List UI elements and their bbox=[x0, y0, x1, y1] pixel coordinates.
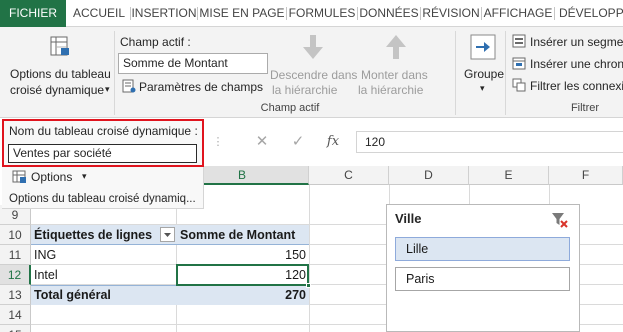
active-field-label: Champ actif : bbox=[120, 35, 191, 49]
cancel-icon[interactable]: ✕ bbox=[252, 131, 272, 153]
chevron-down-icon[interactable]: ▾ bbox=[480, 83, 485, 94]
pivot-grand-total-label[interactable]: Total général bbox=[34, 285, 111, 305]
drill-down-label-2[interactable]: la hiérarchie bbox=[272, 83, 337, 97]
options-icon[interactable] bbox=[12, 169, 27, 184]
pivot-options-label-2[interactable]: croisé dynamique bbox=[10, 83, 104, 97]
group-button-label[interactable]: Groupe bbox=[464, 67, 504, 81]
tab-file[interactable]: FICHIER bbox=[0, 0, 66, 27]
row-header-10[interactable]: 10 bbox=[0, 225, 31, 245]
filter-group-title: Filtrer bbox=[570, 102, 600, 114]
gridline bbox=[309, 185, 310, 332]
tab-home[interactable]: ACCUEIL bbox=[68, 0, 130, 27]
row-header-14[interactable]: 14 bbox=[0, 305, 31, 325]
group-selection-icon[interactable] bbox=[470, 34, 496, 60]
pivot-options-icon[interactable] bbox=[48, 34, 72, 58]
slicer-item-paris[interactable]: Paris bbox=[395, 267, 570, 291]
drill-up-label-1[interactable]: Monter dans bbox=[361, 68, 428, 82]
pivot-options-label-1[interactable]: Options du tableau bbox=[10, 67, 111, 81]
filter-connections-icon[interactable] bbox=[512, 78, 526, 92]
tab-view[interactable]: AFFICHAGE bbox=[482, 0, 554, 27]
tab-page-layout[interactable]: MISE EN PAGE bbox=[198, 0, 286, 27]
slicer-item-lille[interactable]: Lille bbox=[395, 237, 570, 261]
pivot-row-label[interactable]: ING bbox=[34, 245, 56, 265]
tab-formulas[interactable]: FORMULES bbox=[287, 0, 357, 27]
ribbon-tab-bar: FICHIER ACCUEIL INSERTION MISE EN PAGE F… bbox=[0, 0, 623, 27]
pivot-row-value[interactable]: 150 bbox=[176, 245, 306, 265]
pivot-row-labels-header[interactable]: Étiquettes de lignes bbox=[34, 225, 152, 245]
pivot-name-label: Nom du tableau croisé dynamique : bbox=[9, 124, 198, 138]
clear-filter-icon[interactable] bbox=[550, 210, 568, 228]
row-header-15[interactable]: 15 bbox=[0, 325, 31, 332]
row-header-11[interactable]: 11 bbox=[0, 245, 31, 265]
slicer-title: Ville bbox=[395, 211, 422, 226]
tab-developer[interactable]: DÉVELOPPEI bbox=[555, 0, 623, 27]
chevron-down-icon[interactable]: ▾ bbox=[105, 84, 110, 95]
pivot-values-header[interactable]: Somme de Montant bbox=[180, 225, 295, 245]
field-settings-button[interactable]: Paramètres de champs bbox=[139, 80, 263, 94]
field-settings-icon[interactable] bbox=[122, 79, 136, 93]
group-separator bbox=[114, 31, 115, 115]
group-separator bbox=[455, 31, 456, 115]
active-cell-selection[interactable] bbox=[176, 264, 309, 286]
insert-slicer-button[interactable]: Insérer un segme bbox=[530, 35, 623, 49]
insert-timeline-button[interactable]: Insérer une chron bbox=[530, 57, 623, 71]
row-header-13[interactable]: 13 bbox=[0, 285, 31, 305]
pivot-grand-total-value[interactable]: 270 bbox=[176, 285, 306, 305]
drill-down-label-1[interactable]: Descendre dans bbox=[270, 68, 357, 82]
drill-down-arrow-icon[interactable] bbox=[301, 33, 325, 61]
active-field-group-title: Champ actif bbox=[260, 102, 320, 114]
insert-timeline-icon[interactable] bbox=[512, 56, 526, 70]
drill-up-label-2[interactable]: la hiérarchie bbox=[358, 83, 423, 97]
insert-function-icon[interactable]: fx bbox=[322, 131, 344, 153]
pivot-name-input[interactable]: Ventes par société bbox=[8, 144, 197, 163]
active-field-input[interactable]: Somme de Montant bbox=[118, 53, 268, 74]
insert-slicer-icon[interactable] bbox=[512, 34, 526, 48]
tab-insert[interactable]: INSERTION bbox=[131, 0, 197, 27]
pivot-options-group-title: Options du tableau croisé dynamiq... bbox=[9, 193, 196, 205]
filter-connections-button[interactable]: Filtrer les connexi bbox=[530, 79, 623, 93]
row-header-12[interactable]: 12 bbox=[0, 265, 31, 285]
column-header-f[interactable]: F bbox=[549, 166, 623, 185]
column-header-d[interactable]: D bbox=[389, 166, 469, 185]
pivot-row-label[interactable]: Intel bbox=[34, 265, 58, 285]
formula-bar-grip-icon: ⋮ bbox=[212, 136, 224, 148]
fill-handle[interactable] bbox=[306, 283, 311, 288]
drill-up-arrow-icon[interactable] bbox=[384, 33, 408, 61]
formula-input[interactable]: 120 bbox=[356, 131, 623, 153]
column-header-c[interactable]: C bbox=[309, 166, 389, 185]
column-header-e[interactable]: E bbox=[469, 166, 549, 185]
enter-icon[interactable]: ✓ bbox=[288, 131, 308, 153]
group-separator bbox=[505, 31, 506, 115]
tab-data[interactable]: DONNÉES bbox=[358, 0, 420, 27]
chevron-down-icon bbox=[164, 233, 171, 237]
tab-review[interactable]: RÉVISION bbox=[421, 0, 481, 27]
filter-dropdown-button[interactable] bbox=[160, 227, 175, 242]
options-button[interactable]: Options bbox=[31, 170, 72, 184]
chevron-down-icon[interactable]: ▾ bbox=[82, 171, 87, 182]
